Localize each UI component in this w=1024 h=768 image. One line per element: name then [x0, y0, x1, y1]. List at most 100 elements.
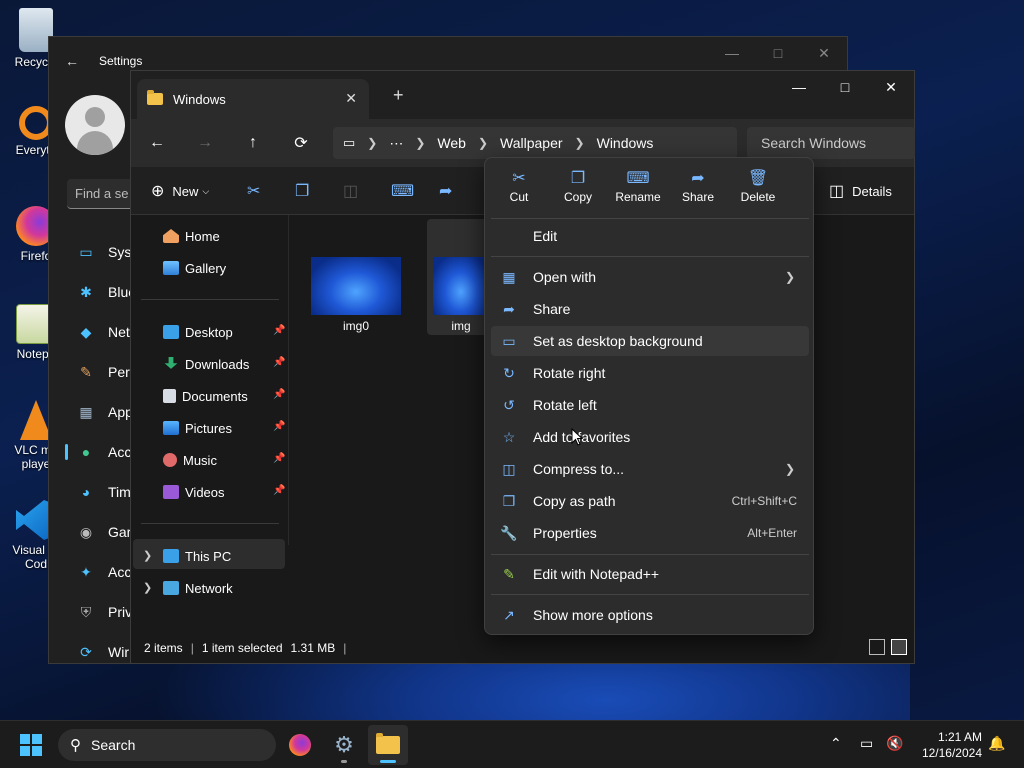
- nav-item-music[interactable]: Music: [163, 449, 217, 471]
- up-arrow-icon[interactable]: ↑: [237, 131, 269, 155]
- chevron-right-icon: ❯: [367, 136, 378, 150]
- menu-item-rotate-right[interactable]: ↻ Rotate right: [491, 358, 809, 388]
- details-view-icon[interactable]: [869, 639, 885, 655]
- breadcrumb-item[interactable]: Web: [437, 135, 466, 151]
- ellipsis-icon[interactable]: ⋯: [389, 135, 403, 152]
- close-tab-icon[interactable]: ✕: [345, 90, 357, 107]
- menu-item-share[interactable]: ➦ Share: [491, 294, 809, 324]
- cut-button[interactable]: ✂ Cut: [489, 168, 549, 204]
- network-tray-icon[interactable]: ▭: [860, 735, 873, 752]
- status-separator: |: [190, 641, 194, 655]
- copy-button[interactable]: ❐ Copy: [548, 168, 608, 204]
- nav-item-videos[interactable]: Videos: [163, 481, 225, 503]
- menu-item-copy-as-path[interactable]: ❐ Copy as path Ctrl+Shift+C: [491, 486, 809, 516]
- nav-label: This PC: [185, 548, 232, 564]
- chevron-right-icon: ❯: [415, 136, 426, 150]
- menu-item-set-desktop-background[interactable]: ▭ Set as desktop background: [491, 326, 809, 356]
- file-thumbnail[interactable]: [311, 257, 401, 315]
- breadcrumb-item[interactable]: Windows: [597, 135, 654, 151]
- menu-item-compress-to[interactable]: ◫ Compress to... ❯: [491, 454, 809, 484]
- shield-icon: ⛨: [80, 603, 92, 620]
- nav-item-home[interactable]: Home: [163, 225, 220, 247]
- taskbar-search[interactable]: ⚲ Search: [58, 729, 276, 761]
- new-button[interactable]: ⊕ New ⌵: [151, 179, 209, 203]
- breadcrumb[interactable]: ▭ ❯ ⋯ ❯ Web ❯ Wallpaper ❯ Windows: [333, 127, 737, 159]
- share-button[interactable]: ➦: [439, 179, 452, 203]
- file-name[interactable]: img: [433, 319, 489, 333]
- minimize-icon[interactable]: —: [709, 37, 755, 69]
- volume-muted-icon[interactable]: 🔇: [886, 735, 903, 752]
- new-tab-button[interactable]: +: [393, 85, 404, 106]
- taskbar-app-file-explorer[interactable]: [368, 725, 408, 765]
- nav-item-this-pc[interactable]: This PC: [163, 545, 231, 567]
- menu-item-edit-with-notepad[interactable]: ✎ Edit with Notepad++: [491, 559, 809, 589]
- menu-divider: [491, 594, 809, 595]
- nav-item-desktop[interactable]: Desktop: [163, 321, 233, 343]
- pin-icon[interactable]: 📌: [273, 421, 285, 432]
- details-pane-icon: ◫: [829, 183, 845, 200]
- menu-item-edit[interactable]: Edit: [491, 221, 809, 251]
- shortcut-label: Alt+Enter: [747, 526, 797, 540]
- share-button[interactable]: ➦ Share: [668, 168, 728, 204]
- chevron-right-icon[interactable]: ❯: [143, 581, 152, 594]
- nav-item-gallery[interactable]: Gallery: [163, 257, 226, 279]
- back-arrow-icon[interactable]: ←: [141, 131, 173, 155]
- forward-arrow-icon[interactable]: →: [189, 131, 221, 155]
- nav-label: Gallery: [185, 260, 227, 276]
- user-avatar[interactable]: [65, 95, 125, 155]
- menu-item-rotate-left[interactable]: ↺ Rotate left: [491, 390, 809, 420]
- nav-item-pictures[interactable]: Pictures: [163, 417, 232, 439]
- start-button[interactable]: [20, 734, 42, 756]
- status-bar: 2 items | 1 item selected 1.31 MB |: [131, 633, 916, 663]
- taskbar-app-firefox[interactable]: [280, 725, 320, 765]
- close-icon[interactable]: ✕: [801, 37, 847, 69]
- copy-label: Copy: [563, 190, 592, 204]
- file-name[interactable]: img0: [311, 319, 401, 333]
- share-label: Share: [681, 190, 715, 204]
- tiles-view-icon[interactable]: [891, 639, 907, 655]
- chevron-right-icon[interactable]: ❯: [143, 549, 152, 562]
- menu-item-open-with[interactable]: ▦ Open with ❯: [491, 262, 809, 292]
- pin-icon[interactable]: 📌: [273, 357, 285, 368]
- file-thumbnail[interactable]: [433, 257, 489, 315]
- minimize-icon[interactable]: —: [776, 71, 822, 103]
- rename-button[interactable]: ⌨ Rename: [608, 168, 668, 204]
- rename-button[interactable]: ⌨: [391, 179, 414, 203]
- details-button[interactable]: ◫ Details: [829, 179, 892, 203]
- paste-button[interactable]: ◫: [343, 179, 358, 203]
- pin-icon[interactable]: 📌: [273, 389, 285, 400]
- menu-divider: [491, 554, 809, 555]
- download-icon: [164, 357, 178, 369]
- pin-icon[interactable]: 📌: [273, 325, 285, 336]
- copy-button[interactable]: ❐: [295, 179, 309, 203]
- notification-bell-icon[interactable]: 🔔: [988, 735, 1005, 752]
- cut-button[interactable]: ✂: [247, 179, 260, 203]
- status-size: 1.31 MB: [290, 641, 336, 655]
- tab-windows[interactable]: Windows ✕: [137, 79, 369, 119]
- notepad-plus-plus-icon: ✎: [503, 565, 515, 582]
- menu-item-show-more-options[interactable]: ↗ Show more options: [491, 600, 809, 630]
- breadcrumb-item[interactable]: Wallpaper: [500, 135, 563, 151]
- pin-icon[interactable]: 📌: [273, 485, 285, 496]
- back-arrow-icon[interactable]: ←: [65, 53, 79, 69]
- maximize-icon[interactable]: □: [755, 37, 801, 69]
- clock[interactable]: 1:21 AM 12/16/2024: [906, 729, 982, 761]
- menu-item-add-to-favorites[interactable]: ☆ Add to favorites: [491, 422, 809, 452]
- refresh-icon[interactable]: ⟳: [285, 131, 317, 155]
- delete-button[interactable]: 🗑 Delete: [728, 168, 788, 204]
- nav-item-downloads[interactable]: Downloads: [163, 353, 249, 375]
- close-icon[interactable]: ✕: [868, 71, 914, 103]
- settings-title: Settings: [99, 54, 143, 68]
- nav-item-network[interactable]: Network: [163, 577, 233, 599]
- menu-item-properties[interactable]: 🔧 Properties Alt+Enter: [491, 518, 809, 548]
- taskbar-app-settings[interactable]: ⚙: [324, 725, 364, 765]
- pin-icon[interactable]: 📌: [273, 453, 285, 464]
- nav-item-documents[interactable]: Documents: [163, 385, 248, 407]
- maximize-icon[interactable]: □: [822, 71, 868, 103]
- rotate-left-icon: ↺: [503, 396, 515, 413]
- chevron-up-icon[interactable]: ⌃: [830, 735, 842, 752]
- rotate-right-icon: ↻: [503, 364, 515, 381]
- desktop-background-icon: ▭: [502, 332, 516, 349]
- search-input[interactable]: Search Windows: [747, 127, 915, 159]
- status-item-count: 2 items: [144, 641, 183, 655]
